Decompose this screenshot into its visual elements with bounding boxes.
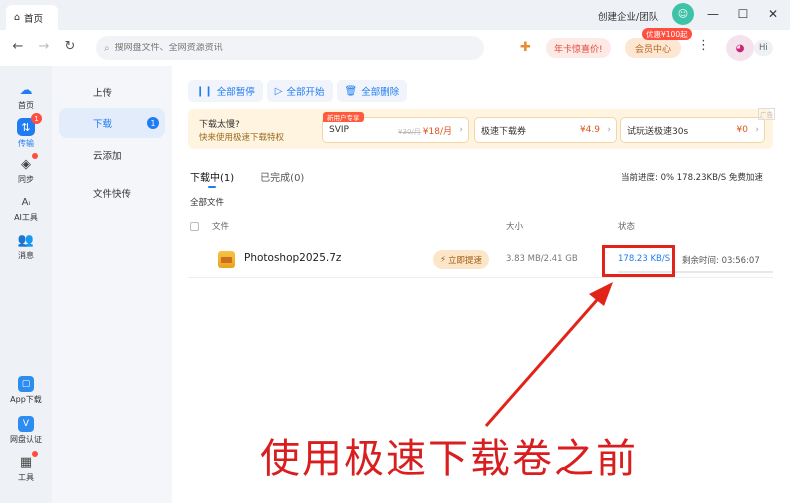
tab-home-label: 首页 [24,13,44,25]
address-bar: ← → ↻ ⌕ ✚ 年卡惊喜价! 会员中心 优惠¥100起 ⋮ ◕ Hi [0,28,790,66]
refresh-button[interactable]: ↻ [62,39,78,54]
search-input[interactable] [114,43,455,53]
home-cloud-icon: ☁ [19,82,33,98]
sync-icon: ◈ [18,153,38,172]
greeting-badge[interactable]: Hi [754,40,773,56]
rail-label: App下载 [10,395,42,404]
back-button[interactable]: ← [10,39,26,54]
app-download-icon: ▢ [18,376,34,392]
rail-item-app-download[interactable]: ▢ App下载 [0,376,52,405]
annotation-caption: 使用极速下载卷之前 [260,436,638,482]
tools-dot-badge [32,451,38,457]
arrow-head [589,282,613,306]
create-org-link[interactable]: 创建企业/团队 [598,9,658,23]
download-count-badge: 1 [147,117,159,129]
maximize-button[interactable]: ☐ [736,7,750,21]
subnav-item-quick-transfer[interactable]: 文件快传 [59,178,165,208]
subnav-label: 文件快传 [93,189,132,200]
title-bar: ⌂ 首页 创建企业/团队 ☺ — ☐ ✕ [0,0,790,30]
forward-button[interactable]: → [36,39,52,54]
rail-label: 首页 [18,101,34,110]
mascot-avatar-icon[interactable]: ☺ [672,3,694,25]
transfer-subnav: 上传 下载 1 云添加 文件快传 [52,66,172,503]
rail-item-home[interactable]: ☁ 首页 [0,82,52,111]
rail-label: AI工具 [14,213,38,222]
message-icon: 👥 [17,232,35,248]
rail-label: 传输 [18,139,34,148]
rail-label: 同步 [18,175,34,184]
annual-promo-button[interactable]: 年卡惊喜价! [546,38,611,58]
rail-label: 消息 [18,251,34,260]
ai-icon: Aᵢ [21,196,31,208]
tools-icon: ▦ [18,451,38,470]
tab-home[interactable]: ⌂ 首页 [6,5,58,30]
sync-dot-badge [32,153,38,159]
transfer-count-badge: 1 [31,113,42,124]
subnav-item-cloud-add[interactable]: 云添加 [59,140,165,170]
rail-item-messages[interactable]: 👥 消息 [0,232,52,261]
rail-item-tools[interactable]: ▦ 工具 [0,451,52,483]
subnav-label: 上传 [93,88,113,99]
rail-label: 工具 [18,473,34,482]
subnav-label: 下载 [93,119,113,130]
user-avatar[interactable]: ◕ [726,35,754,61]
search-icon: ⌕ [104,42,110,54]
rail-item-ai-tools[interactable]: Aᵢ AI工具 [0,194,52,223]
vip-discount-badge: 优惠¥100起 [642,28,692,40]
subnav-item-download[interactable]: 下载 1 [59,108,165,138]
rail-label: 网盘认证 [10,435,42,444]
arrow-shaft [484,291,606,427]
subnav-item-upload[interactable]: 上传 [59,77,165,107]
minimize-button[interactable]: — [706,7,720,21]
subnav-label: 云添加 [93,151,122,162]
left-icon-rail: ☁ 首页 ⇅ 1 传输 ◈ 同步 Aᵢ AI工具 👥 消息 ▢ App下载 V 网… [0,66,52,503]
close-button[interactable]: ✕ [766,7,780,21]
rail-item-sync[interactable]: ◈ 同步 [0,153,52,185]
vip-center-button[interactable]: 会员中心 [625,38,682,58]
verify-icon: V [18,416,34,432]
game-controller-icon[interactable]: ✚ [520,40,531,55]
search-box[interactable]: ⌕ [96,36,484,60]
more-menu-button[interactable]: ⋮ [697,38,710,53]
home-icon: ⌂ [14,12,21,23]
rail-item-verify[interactable]: V 网盘认证 [0,416,52,445]
rail-item-transfer[interactable]: ⇅ 1 传输 [0,113,52,149]
transfer-icon: ⇅ 1 [17,113,42,136]
